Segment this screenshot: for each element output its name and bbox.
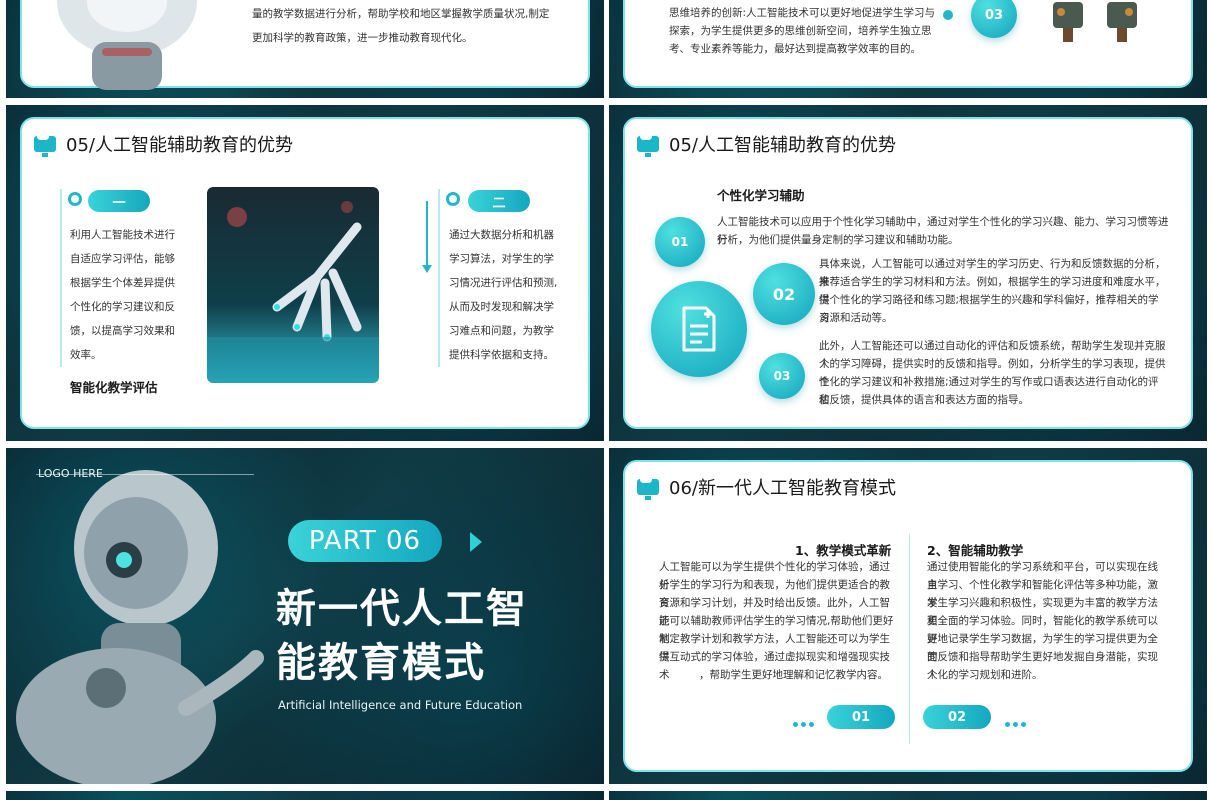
ring-bullet-icon: [446, 192, 460, 206]
pill-02: 02: [923, 705, 991, 729]
robot-toys-image: [1053, 2, 1137, 42]
right-heading: 2、智能辅助教学: [927, 543, 1024, 558]
pill-one: 一: [88, 190, 150, 212]
right-line: 从而及时发现和解决学: [449, 301, 554, 313]
dots-right-icon: [1005, 712, 1029, 731]
left-line: 利用人工智能技术进行: [70, 229, 175, 241]
monitor-cloud-icon: [637, 476, 659, 500]
right-line: 习情况进行评估和预测,: [449, 277, 558, 289]
section-heading: 个性化学习辅助: [717, 188, 805, 203]
card-line: 考、专业素养等能力，最好达到提高教学效率的目的。: [669, 43, 921, 55]
right-divider: [438, 189, 440, 367]
slide-top-left[interactable]: 量的教学数据进行分析，帮助学校和地区掌握教学质量状况,制定更加科学的教育政策，进…: [6, 0, 604, 98]
left-line: ，帮助学生更好地理解和记忆教学内容。: [699, 669, 888, 681]
left-heading: 1、教学模式革新: [795, 543, 892, 558]
column-divider: [909, 534, 910, 744]
card-line: 思维培养的创新:人工智能技术可以更好地促进学生学习与: [669, 7, 936, 19]
robot-hand-keyboard-image: [207, 187, 379, 383]
number-circle-03: 03: [759, 353, 805, 399]
content-card: 05/人工智能辅助教育的优势 个性化学习辅助 01 02 03 人工智能技术可以…: [623, 117, 1193, 429]
robot-head-image: [57, 0, 197, 90]
right-line: 学习算法，对学生的学: [449, 253, 554, 265]
right-line: 人化的学习规划和进阶。: [927, 669, 1043, 681]
logo-underline: [36, 474, 254, 475]
right-line: 习难点和问题，为教学: [449, 325, 554, 337]
chevron-right-icon: [470, 532, 482, 552]
slide-title-text: 05/人工智能辅助教育的优势: [669, 135, 896, 156]
content-card: 06/新一代人工智能教育模式 1、教学模式革新 人工智能可以为学生提供个性化的学…: [623, 460, 1193, 772]
left-line: 根据学生个体差异提供: [70, 277, 175, 289]
cover-title-line-2: 能教育模式: [276, 640, 486, 686]
left-line: 效率。: [70, 349, 102, 361]
monitor-cloud-icon: [637, 133, 659, 157]
paragraph-1-line: 分析，为他们提供量身定制的学习建议和辅助功能。: [717, 234, 959, 246]
dots-left-icon: [793, 712, 817, 731]
slide-advantages-2[interactable]: 05/人工智能辅助教育的优势 个性化学习辅助 01 02 03 人工智能技术可以…: [609, 105, 1207, 441]
down-arrow-icon: [426, 201, 428, 267]
ring-bullet-icon: [68, 192, 82, 206]
slide-bottom-left[interactable]: [6, 791, 604, 800]
right-line: 提供科学依据和支持。: [449, 349, 554, 361]
left-line: 自适应学习评估，能够: [70, 253, 175, 265]
content-card: 思维培养的创新:人工智能技术可以更好地促进学生学习与 探索，为学生提供更多的思维…: [623, 0, 1193, 88]
paragraph-2-line: 资源和活动等。: [819, 312, 893, 324]
paragraph-3-line: 和反馈，提供具体的语言和表达方面的指导。: [819, 394, 1029, 406]
marker-dot: [943, 10, 953, 20]
content-card: 量的教学数据进行分析，帮助学校和地区掌握教学质量状况,制定更加科学的教育政策，进…: [20, 0, 590, 90]
number-circle-02: 02: [753, 263, 815, 325]
cover-title-line-1: 新一代人工智: [276, 586, 528, 632]
pill-01: 01: [827, 705, 895, 729]
slide-top-right[interactable]: 思维培养的创新:人工智能技术可以更好地促进学生学习与 探索，为学生提供更多的思维…: [609, 0, 1207, 98]
robot-figure-image: [16, 470, 264, 784]
part-pill: PART 06: [288, 520, 442, 562]
slide-new-mode[interactable]: 06/新一代人工智能教育模式 1、教学模式革新 人工智能可以为学生提供个性化的学…: [609, 448, 1207, 784]
left-divider: [60, 189, 62, 367]
card-text: 量的教学数据进行分析，帮助学校和地区掌握教学质量状况,制定更加科学的教育政策，进…: [252, 8, 550, 44]
monitor-cloud-icon: [34, 133, 56, 157]
slide-bottom-right[interactable]: [609, 791, 1207, 800]
left-line: 馈，以提高学习效果和: [70, 325, 175, 337]
pill-two: 二: [468, 190, 530, 212]
slide-title: 05/人工智能辅助教育的优势: [34, 131, 293, 157]
cover-subtitle: Artificial Intelligence and Future Educa…: [278, 698, 523, 712]
slide-advantages-1[interactable]: 05/人工智能辅助教育的优势 一 利用人工智能技术进行 自适应学习评估，能够 根…: [6, 105, 604, 441]
content-card: 05/人工智能辅助教育的优势 一 利用人工智能技术进行 自适应学习评估，能够 根…: [20, 117, 590, 429]
slide-title-text: 05/人工智能辅助教育的优势: [66, 135, 293, 156]
number-badge: 03: [971, 0, 1017, 38]
left-line: 个性化的学习建议和反: [70, 301, 175, 313]
part-label: PART 06: [308, 526, 422, 556]
slide-title: 05/人工智能辅助教育的优势: [637, 131, 896, 157]
slide-part-06[interactable]: LOGO HERE PART 06 新一代人工智 能教育模式 Artificia…: [6, 448, 604, 784]
slide-title-text: 06/新一代人工智能教育模式: [669, 478, 896, 499]
document-icon: [682, 306, 716, 352]
slide-title: 06/新一代人工智能教育模式: [637, 474, 896, 500]
number-circle-01: 01: [655, 217, 705, 267]
right-line: 通过大数据分析和机器: [449, 229, 554, 241]
document-circle: [651, 281, 747, 377]
left-heading: 智能化教学评估: [70, 380, 158, 395]
down-arrow-head: [422, 265, 432, 273]
card-line: 探索，为学生提供更多的思维创新空间，培养学生独立思: [669, 25, 932, 37]
